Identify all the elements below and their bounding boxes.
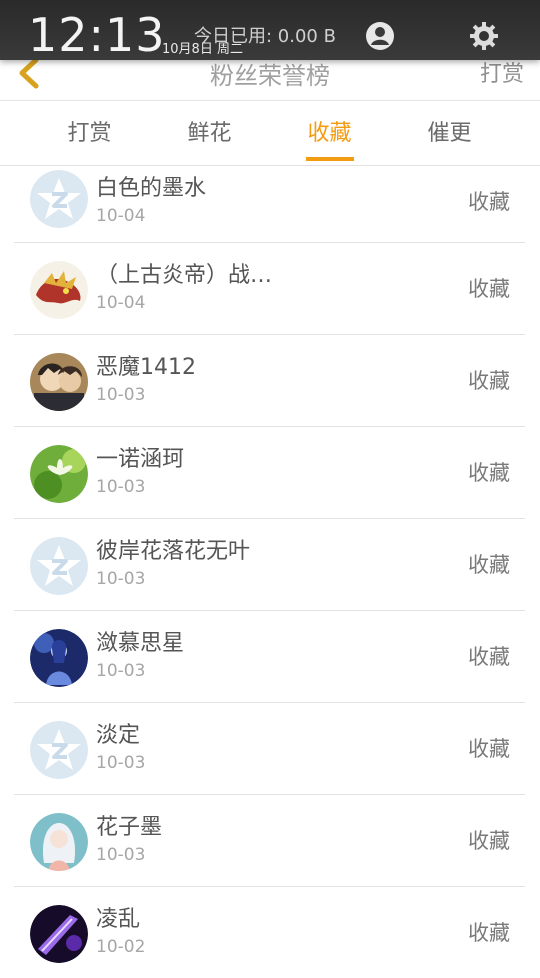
tab-label: 收藏 [307, 121, 352, 146]
tab-flowers[interactable]: 鲜花 [142, 101, 277, 165]
tab-label: 打赏 [67, 121, 112, 146]
list-item[interactable]: 淡定 10-03 收藏 [14, 703, 525, 795]
user-name: 彼岸花落花无叶 [96, 539, 251, 564]
tab-indicator [305, 157, 354, 161]
tab-urge[interactable]: 催更 [382, 101, 517, 165]
purple-sword-avatar [30, 905, 88, 963]
tab-tip[interactable]: 打赏 [22, 101, 157, 165]
user-name: 一诺涵珂 [96, 447, 185, 472]
action-label: 收藏 [468, 737, 510, 761]
user-icon[interactable] [365, 21, 395, 51]
status-overlay: 12:13 今日已用: 0.00 B 10月8日 周二 [0, 0, 540, 60]
gear-icon[interactable] [468, 20, 500, 52]
list-item[interactable]: 白色的墨水 10-04 收藏 [14, 166, 525, 243]
tab-bar: 打赏 鲜花 收藏 催更 [0, 101, 540, 166]
list-item[interactable]: （上古炎帝）战… 10-04 收藏 [14, 243, 525, 335]
action-label: 收藏 [468, 190, 510, 214]
white-hair-girl-avatar [30, 813, 88, 871]
record-date: 10-03 [96, 661, 146, 681]
user-name: 恶魔1412 [96, 355, 196, 380]
user-name: 凌乱 [96, 907, 141, 932]
tab-label: 催更 [427, 121, 472, 146]
record-date: 10-03 [96, 477, 146, 497]
list-item[interactable]: 一诺涵珂 10-03 收藏 [14, 427, 525, 519]
list-item[interactable]: 恶魔1412 10-03 收藏 [14, 335, 525, 427]
record-date: 10-02 [96, 937, 146, 957]
user-name: （上古炎帝）战… [96, 263, 273, 288]
record-date: 10-03 [96, 569, 146, 589]
default-avatar-icon [30, 721, 88, 779]
status-date: 10月8日 周二 [162, 42, 243, 57]
list-item[interactable]: 花子墨 10-03 收藏 [14, 795, 525, 887]
fan-list: 白色的墨水 10-04 收藏 （上古炎帝）战… 10-04 收藏 恶魔1412 … [14, 166, 525, 978]
record-date: 10-03 [96, 753, 146, 773]
record-date: 10-03 [96, 385, 146, 405]
user-name: 潋慕思星 [96, 631, 185, 656]
record-date: 10-04 [96, 293, 146, 313]
action-label: 收藏 [468, 645, 510, 669]
record-date: 10-04 [96, 206, 146, 226]
user-name: 淡定 [96, 723, 141, 748]
tab-label: 鲜花 [187, 121, 232, 146]
tip-button[interactable]: 打赏 [480, 56, 524, 88]
action-label: 收藏 [468, 921, 510, 945]
green-flower-avatar [30, 445, 88, 503]
action-label: 收藏 [468, 277, 510, 301]
user-name: 花子墨 [96, 815, 163, 840]
list-item[interactable]: 凌乱 10-02 收藏 [14, 887, 525, 978]
action-label: 收藏 [468, 553, 510, 577]
list-item[interactable]: 彼岸花落花无叶 10-03 收藏 [14, 519, 525, 611]
default-avatar-icon [30, 170, 88, 228]
blue-figure-avatar [30, 629, 88, 687]
status-time: 12:13 [28, 8, 166, 62]
dragon-avatar [30, 261, 88, 319]
list-item[interactable]: 潋慕思星 10-03 收藏 [14, 611, 525, 703]
record-date: 10-03 [96, 845, 146, 865]
tab-favorites[interactable]: 收藏 [262, 101, 397, 165]
default-avatar-icon [30, 537, 88, 595]
anime-boy-avatar [30, 353, 88, 411]
action-label: 收藏 [468, 369, 510, 393]
user-name: 白色的墨水 [96, 176, 207, 201]
action-label: 收藏 [468, 461, 510, 485]
action-label: 收藏 [468, 829, 510, 853]
